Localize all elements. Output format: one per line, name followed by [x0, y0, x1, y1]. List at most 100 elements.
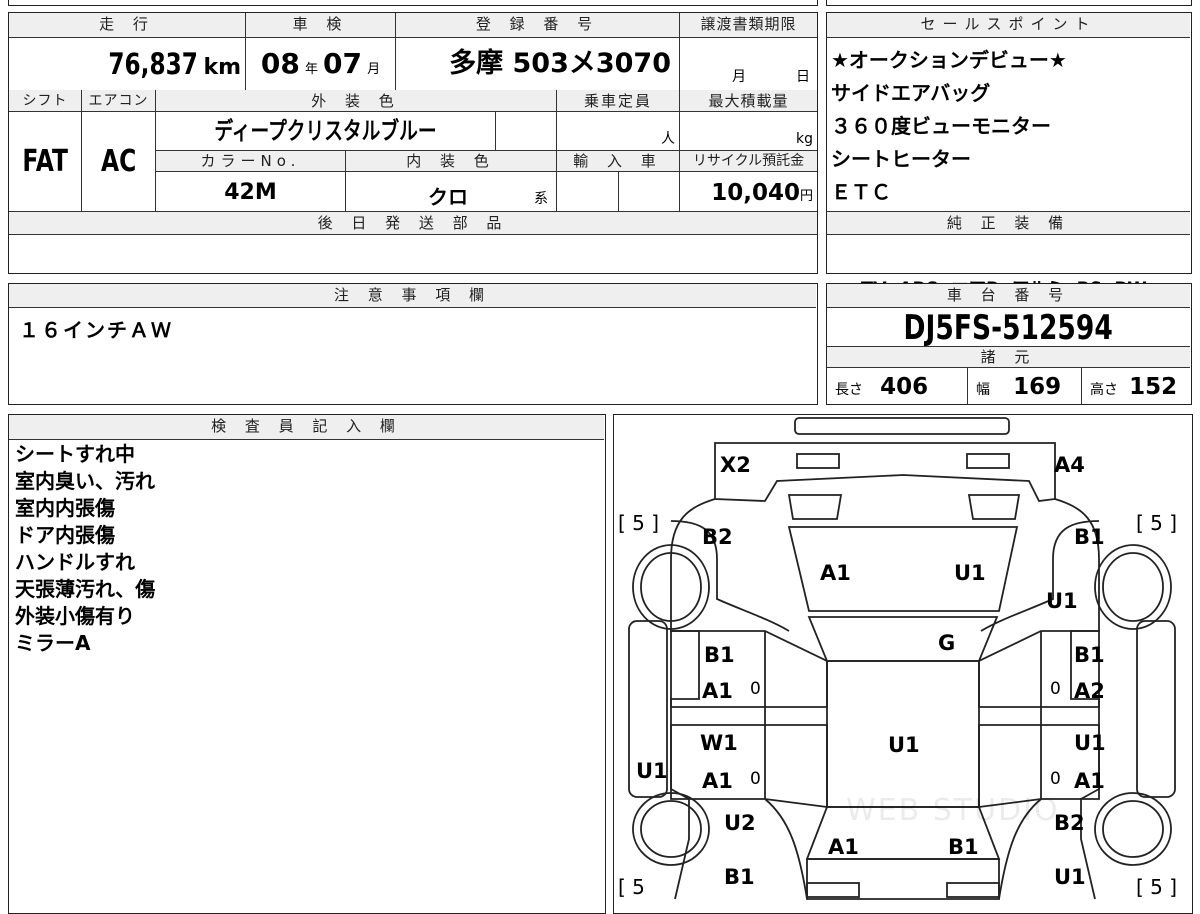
max-load-cell: kg: [679, 112, 817, 150]
sales-point-item: ＥＴＣ: [831, 180, 891, 204]
mark-front-fender-left: U2: [724, 811, 756, 835]
mark-roof: G: [938, 631, 956, 655]
mark-hood-right: B1: [948, 835, 979, 859]
inspector-note: 室内臭い、汚れ: [15, 469, 155, 493]
inspector-box: 検 査 員 記 入 欄 シートすれ中 室内臭い、汚れ 室内内張傷 ドア内張傷 ハ…: [8, 414, 606, 914]
sales-point-item: サイドエアバッグ: [831, 81, 991, 105]
shift-cell: FAT: [9, 112, 81, 211]
registration-number: 多摩 503メ3070: [449, 48, 671, 79]
zero-mark: 0: [750, 769, 761, 789]
top-right-strip: [826, 0, 1192, 6]
width-value: 169: [1013, 374, 1062, 400]
tire-tread-right-bottom: [ 5 ]: [1136, 875, 1178, 899]
width-cell: 幅 169: [967, 368, 1081, 404]
color-number-value: 42M: [224, 180, 277, 205]
tire-tread-left-bottom: [ 5: [618, 875, 645, 899]
interior-suffix: 系: [534, 191, 548, 207]
mark-rear-right: A4: [1054, 453, 1085, 477]
max-load-label: 最大積載量: [679, 90, 817, 112]
sales-points-box: セールスポイント ★オークションデビュー★ サイドエアバッグ ３６０度ビューモニ…: [826, 12, 1192, 304]
ac-cell: AC: [81, 112, 155, 211]
mark-left-step: U1: [636, 759, 668, 783]
watermark: WEB STUDIO: [846, 793, 1060, 828]
mark-right-side-upper: U1: [1046, 589, 1078, 613]
capacity-label: 乗車定員: [556, 90, 679, 112]
interior-color-value: クロ: [428, 185, 468, 209]
mark-rear-quarter-right: B1: [1074, 525, 1105, 549]
height-cell: 高さ 152: [1081, 368, 1190, 404]
shift-label: シフト: [9, 90, 81, 112]
shaken-month: 07: [323, 47, 363, 80]
car-diagram-box: [ 5 ] [ 5 ] [ 5 [ 5 ] X2 A4 B2 B1 A1 U1 …: [613, 414, 1193, 914]
transfer-deadline-label: 譲渡書類期限: [679, 13, 817, 38]
zero-mark: 0: [1050, 769, 1061, 789]
inspector-note: 外装小傷有り: [15, 604, 135, 628]
mark-front-left: B1: [724, 865, 755, 889]
transfer-month-unit: 月: [732, 69, 746, 85]
interior-color-label: 内 装 色: [345, 150, 556, 172]
shaken-label: 車 検: [245, 13, 395, 38]
ac-value: AC: [100, 144, 137, 179]
shift-value: FAT: [22, 144, 68, 179]
mark-hood-left: A1: [828, 835, 859, 859]
tire-tread-left-top: [ 5 ]: [618, 511, 660, 535]
inspector-note: ミラーA: [15, 631, 91, 655]
sales-point-item: ★オークションデビュー★: [831, 48, 1067, 72]
mileage-unit: km: [203, 55, 241, 80]
sales-points-list: ★オークションデビュー★ サイドエアバッグ ３６０度ビューモニター シートヒータ…: [831, 44, 1187, 209]
chassis-label: 車 台 番 号: [827, 284, 1190, 308]
inspector-note: シートすれ中: [15, 442, 135, 466]
caution-text: １６インチＡＷ: [19, 318, 173, 342]
sales-points-label: セールスポイント: [827, 13, 1190, 38]
inspector-note: ハンドルすれ: [15, 550, 135, 574]
color-number-label: カラーNo.: [155, 150, 345, 172]
mark-front-door-right-top: U1: [1074, 731, 1106, 755]
shaken-year-unit: 年: [304, 62, 318, 77]
diagram-labels: [ 5 ] [ 5 ] [ 5 [ 5 ] X2 A4 B2 B1 A1 U1 …: [614, 415, 1194, 905]
mileage-label: 走 行: [9, 13, 245, 38]
transfer-day-unit: 日: [796, 69, 810, 85]
caution-box: 注 意 事 項 欄 １６インチＡＷ: [8, 283, 818, 405]
exterior-color-cell: ディープクリスタルブルー: [155, 112, 495, 150]
capacity-unit: 人: [661, 131, 675, 147]
length-label: 長さ: [835, 382, 863, 398]
caution-label: 注 意 事 項 欄: [9, 284, 816, 308]
mark-front-door-right-bottom: A1: [1074, 769, 1105, 793]
inspector-note: 天張薄汚れ、傷: [15, 577, 156, 601]
tire-tread-right-top: [ 5 ]: [1136, 511, 1178, 535]
later-parts-value: [9, 235, 817, 273]
exterior-color-value: ディープクリスタルブルー: [214, 117, 437, 145]
inspector-note: ドア内張傷: [15, 523, 115, 547]
mark-rear-quarter-left: B2: [702, 525, 733, 549]
color-number-cell: 42M: [155, 172, 345, 211]
chassis-cell: DJ5FS-512594: [827, 308, 1190, 348]
inspector-label: 検 査 員 記 入 欄: [9, 415, 604, 440]
exterior-color-label: 外 装 色: [155, 90, 556, 112]
top-strip: [8, 0, 818, 6]
shaken-year: 08: [260, 47, 300, 80]
mileage-value: 76,837: [108, 47, 199, 81]
length-value: 406: [880, 374, 929, 400]
mark-rear-left: X2: [720, 453, 751, 477]
equipment-cell: TV ABS エアB アルミ PS PW: [827, 235, 1190, 304]
mark-front-door-left-bottom: A1: [702, 769, 733, 793]
later-parts-label: 後 日 発 送 部 品: [9, 211, 817, 235]
chassis-box: 車 台 番 号 DJ5FS-512594 諸 元 長さ 406 幅 169 高さ…: [826, 283, 1192, 405]
mileage-cell: 76,837 km: [9, 38, 245, 90]
shaken-month-unit: 月: [367, 62, 381, 77]
equipment-label: 純 正 装 備: [827, 211, 1190, 235]
mark-rear-door-right-top: B1: [1074, 643, 1105, 667]
height-value: 152: [1129, 374, 1178, 400]
inspector-note: 室内内張傷: [15, 496, 115, 520]
registration-cell: 多摩 503メ3070: [395, 38, 679, 90]
mark-rear-door-right-bottom: A2: [1074, 679, 1105, 703]
mark-rear-door-left-bottom: A1: [702, 679, 733, 703]
vehicle-info-table: 走 行 車 検 登 録 番 号 譲渡書類期限 76,837 km 08 年 07…: [8, 12, 818, 274]
interior-color-cell: クロ 系: [345, 172, 556, 211]
recycle-fee-value: 10,040: [711, 180, 800, 206]
max-load-unit: kg: [796, 131, 813, 147]
transfer-deadline-cell: 月 日: [679, 38, 817, 90]
mark-rear-glass-right: U1: [954, 561, 986, 585]
zero-mark: 0: [1050, 679, 1061, 699]
registration-label: 登 録 番 号: [395, 13, 679, 38]
